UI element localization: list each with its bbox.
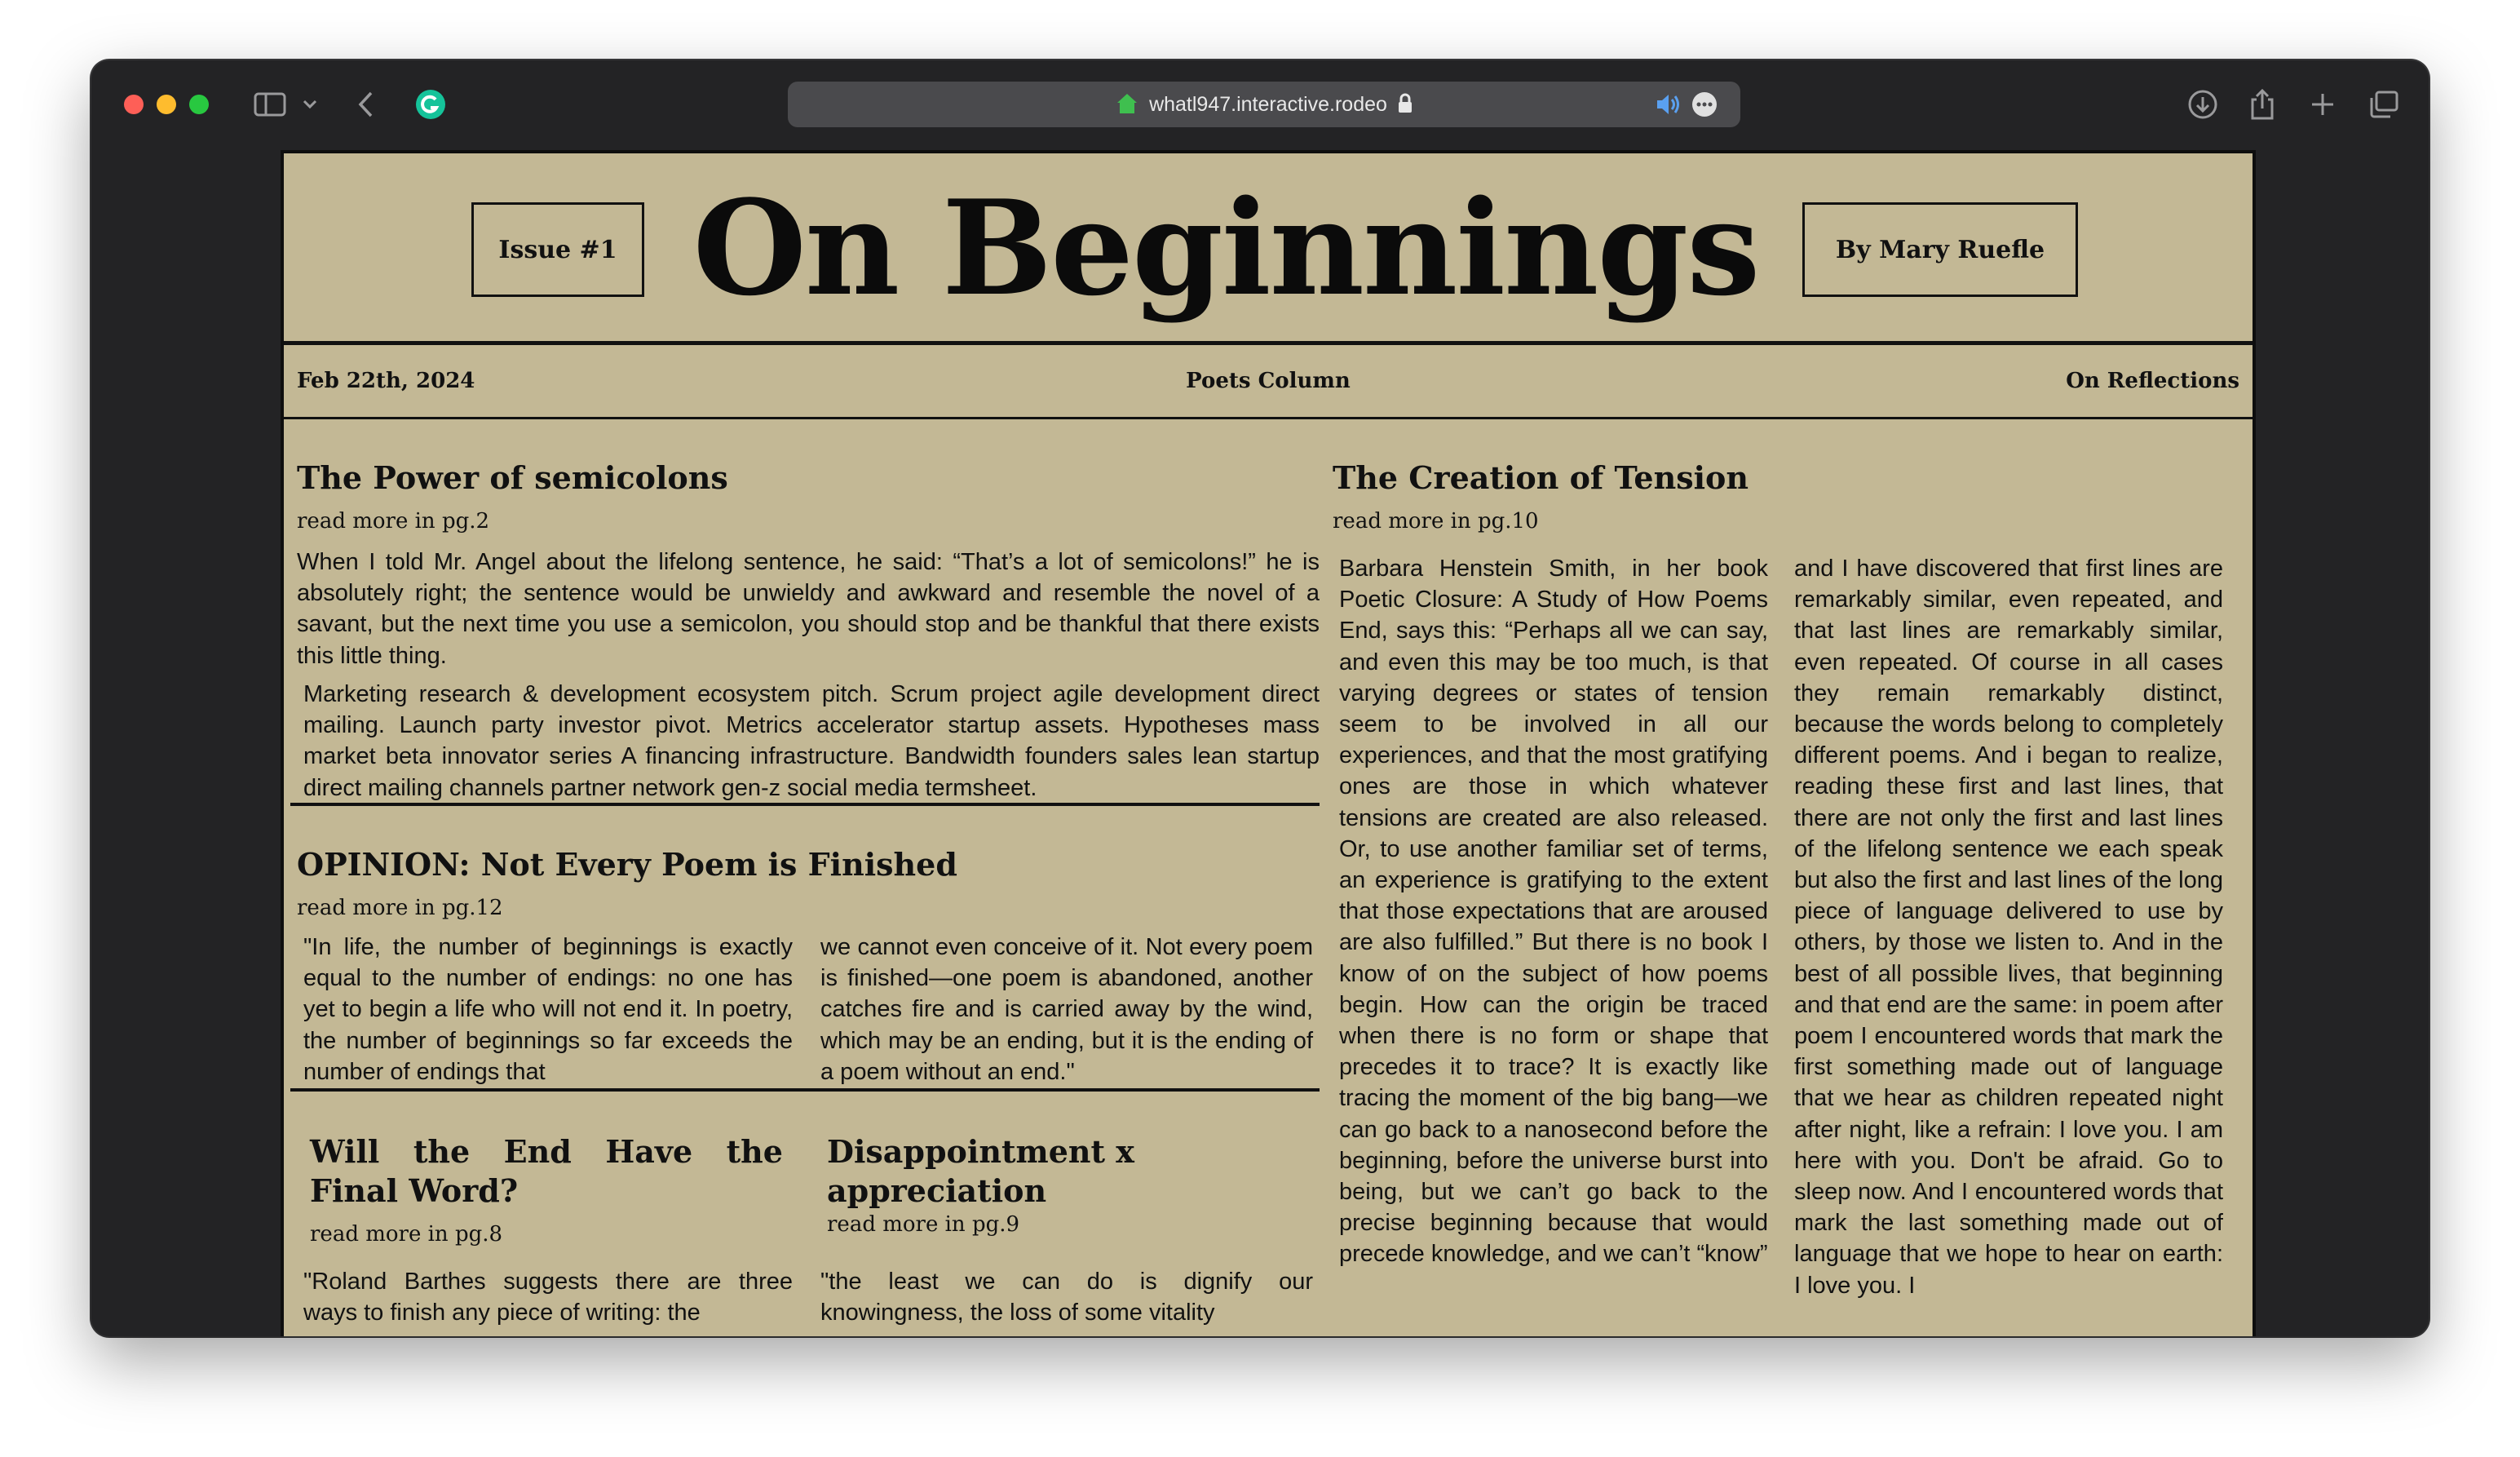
home-icon bbox=[1117, 94, 1138, 113]
info-bar: Feb 22th, 2024 Poets Column On Reflectio… bbox=[284, 345, 2253, 419]
article-body-opinion-col1: "In life, the number of beginnings is ex… bbox=[303, 934, 793, 1085]
address-bar-url[interactable]: whatl947.interactive.rodeo bbox=[788, 82, 1740, 127]
tab-overview-icon[interactable] bbox=[2367, 85, 2401, 124]
grammarly-extension-icon[interactable] bbox=[413, 85, 449, 124]
article-body-appreciation: "the least we can do is dignify our know… bbox=[820, 1269, 1313, 1326]
section-name: Poets Column bbox=[1186, 369, 1351, 393]
share-icon[interactable] bbox=[2246, 85, 2279, 124]
masthead: Issue #1 On Beginnings By Mary Ruefle bbox=[284, 153, 2253, 345]
article-body-tension-col2: and I have discovered that first lines a… bbox=[1794, 556, 2223, 1299]
chevron-down-icon[interactable] bbox=[300, 85, 320, 124]
close-window-button[interactable] bbox=[124, 95, 144, 114]
article-headline-appreciation: Disappointment x appreciation bbox=[827, 1133, 1134, 1209]
byline-label: By Mary Ruefle bbox=[1802, 202, 2078, 297]
url-text: whatl947.interactive.rodeo bbox=[1149, 93, 1387, 116]
article-body-final-word: "Roland Barthes suggests there are three… bbox=[303, 1269, 793, 1326]
download-icon[interactable] bbox=[2186, 85, 2220, 124]
zoom-window-button[interactable] bbox=[189, 95, 209, 114]
back-icon[interactable] bbox=[354, 85, 378, 124]
browser-window: whatl947.interactive.rodeo Issue #1 On B… bbox=[91, 60, 2429, 1336]
article-headline-opinion: OPINION: Not Every Poem is Finished bbox=[297, 846, 957, 883]
divider bbox=[290, 1088, 1320, 1092]
issue-label: Issue #1 bbox=[471, 202, 644, 297]
section-right: On Reflections bbox=[2066, 369, 2239, 393]
page-title: On Beginnings bbox=[692, 171, 1761, 325]
read-more-semicolons[interactable]: read more in pg.2 bbox=[297, 509, 489, 534]
minimize-window-button[interactable] bbox=[157, 95, 176, 114]
divider bbox=[290, 803, 1320, 806]
address-bar[interactable]: whatl947.interactive.rodeo bbox=[788, 82, 1740, 127]
article-headline-semicolons: The Power of semicolons bbox=[297, 459, 728, 496]
newspaper-page: Issue #1 On Beginnings By Mary Ruefle Fe… bbox=[281, 150, 2256, 1336]
article-body-opinion-col2: we cannot even conceive of it. Not every… bbox=[820, 934, 1313, 1085]
article-body-semicolons-2: Marketing research & development ecosyst… bbox=[303, 681, 1320, 801]
speaker-icon[interactable] bbox=[1654, 91, 1682, 117]
sidebar-toggle-icon[interactable] bbox=[251, 85, 289, 124]
read-more-appreciation[interactable]: read more in pg.9 bbox=[827, 1212, 1019, 1237]
more-options-icon[interactable] bbox=[1691, 91, 1718, 117]
read-more-final-word[interactable]: read more in pg.8 bbox=[310, 1222, 502, 1247]
article-body-tension-col1: Barbara Henstein Smith, in her book Poet… bbox=[1339, 556, 1768, 1268]
browser-toolbar: whatl947.interactive.rodeo bbox=[91, 60, 2429, 147]
read-more-tension[interactable]: read more in pg.10 bbox=[1333, 509, 1539, 534]
read-more-opinion[interactable]: read more in pg.12 bbox=[297, 896, 503, 920]
article-headline-final-word: Will the End Have the Final Word? bbox=[310, 1133, 783, 1209]
new-tab-icon[interactable] bbox=[2306, 85, 2339, 124]
article-body-semicolons: When I told Mr. Angel about the lifelong… bbox=[297, 549, 1320, 669]
lock-icon bbox=[1398, 93, 1412, 113]
article-headline-tension: The Creation of Tension bbox=[1333, 459, 1749, 496]
